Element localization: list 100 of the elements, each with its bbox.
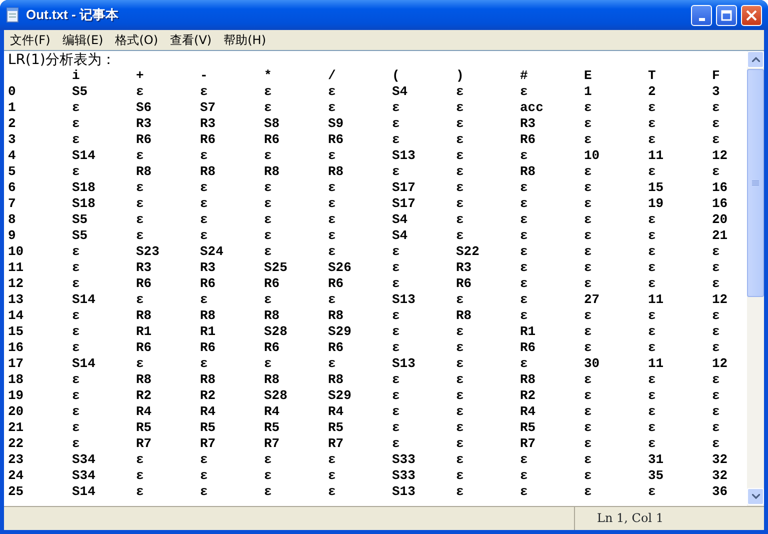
table-cell: R8 xyxy=(200,164,216,179)
menu-item[interactable]: 查看(V) xyxy=(164,31,218,49)
table-cell: ε xyxy=(72,116,80,131)
table-cell: S26 xyxy=(328,260,352,275)
table-cell: ε xyxy=(200,180,208,195)
maximize-button[interactable] xyxy=(716,4,737,26)
minimize-icon xyxy=(698,18,704,20)
table-cell: ε xyxy=(712,132,720,147)
table-cell: S4 xyxy=(392,228,408,243)
table-cell: ε xyxy=(328,452,336,467)
table-cell: ε xyxy=(72,132,80,147)
table-cell: ε xyxy=(200,356,208,371)
table-cell: ε xyxy=(520,452,528,467)
table-cell: ε xyxy=(264,212,272,227)
table-cell: ε xyxy=(456,388,464,403)
column-header: / xyxy=(328,68,336,83)
table-cell: ε xyxy=(520,84,528,99)
table-cell: ε xyxy=(72,404,80,419)
state-number: 1 xyxy=(8,100,16,115)
table-cell: ε xyxy=(712,324,720,339)
table-cell: ε xyxy=(712,308,720,323)
close-button[interactable] xyxy=(741,4,762,26)
scroll-down-button[interactable] xyxy=(747,488,764,505)
table-cell: R3 xyxy=(200,260,216,275)
table-cell: ε xyxy=(200,148,208,163)
table-cell: ε xyxy=(328,84,336,99)
table-cell: ε xyxy=(456,420,464,435)
column-header: ( xyxy=(392,68,400,83)
table-cell: ε xyxy=(392,116,400,131)
table-cell: S23 xyxy=(136,244,160,259)
notepad-icon xyxy=(6,7,20,23)
table-cell: R8 xyxy=(136,308,152,323)
table-cell: ε xyxy=(520,276,528,291)
minimize-button[interactable] xyxy=(691,4,712,26)
table-cell: S17 xyxy=(392,196,416,211)
table-cell: ε xyxy=(520,484,528,499)
table-cell: ε xyxy=(392,388,400,403)
table-cell: R8 xyxy=(136,164,152,179)
scroll-up-button[interactable] xyxy=(747,51,764,68)
menu-item[interactable]: 文件(F) xyxy=(4,31,56,49)
column-header: F xyxy=(712,68,720,83)
table-cell: R6 xyxy=(200,276,216,291)
table-cell: S34 xyxy=(72,452,96,467)
state-number: 24 xyxy=(8,468,24,483)
table-cell: S13 xyxy=(392,484,416,499)
table-cell: ε xyxy=(712,276,720,291)
column-header: T xyxy=(648,68,656,83)
table-cell: ε xyxy=(648,100,656,115)
table-cell: S14 xyxy=(72,292,96,307)
table-cell: S4 xyxy=(392,212,408,227)
table-cell: 1 xyxy=(584,84,592,99)
table-cell: ε xyxy=(456,292,464,307)
table-cell: R7 xyxy=(328,436,344,451)
table-cell: ε xyxy=(72,324,80,339)
state-number: 7 xyxy=(8,196,16,211)
table-cell: ε xyxy=(648,132,656,147)
state-number: 6 xyxy=(8,180,16,195)
table-cell: R4 xyxy=(200,404,216,419)
state-number: 11 xyxy=(8,260,24,275)
table-cell: ε xyxy=(648,228,656,243)
table-cell: ε xyxy=(136,180,144,195)
table-cell: R3 xyxy=(200,116,216,131)
table-cell: ε xyxy=(392,324,400,339)
table-cell: 19 xyxy=(648,196,664,211)
table-cell: ε xyxy=(456,180,464,195)
table-cell: 15 xyxy=(648,180,664,195)
table-cell: 16 xyxy=(712,196,728,211)
table-cell: ε xyxy=(328,244,336,259)
state-number: 9 xyxy=(8,228,16,243)
column-header: # xyxy=(520,68,528,83)
table-cell: R7 xyxy=(136,436,152,451)
table-cell: ε xyxy=(584,484,592,499)
table-cell: ε xyxy=(456,372,464,387)
table-cell: ε xyxy=(648,276,656,291)
table-cell: ε xyxy=(392,100,400,115)
state-number: 0 xyxy=(8,84,16,99)
scrollbar-thumb[interactable] xyxy=(747,69,764,297)
table-cell: ε xyxy=(264,196,272,211)
table-cell: ε xyxy=(456,196,464,211)
table-cell: ε xyxy=(72,244,80,259)
table-cell: ε xyxy=(520,468,528,483)
table-cell: ε xyxy=(72,308,80,323)
table-cell: ε xyxy=(264,484,272,499)
table-cell: ε xyxy=(584,180,592,195)
menu-item[interactable]: 格式(O) xyxy=(109,31,164,49)
menu-item[interactable]: 帮助(H) xyxy=(218,31,272,49)
table-cell: ε xyxy=(712,116,720,131)
table-cell: 10 xyxy=(584,148,600,163)
table-cell: 32 xyxy=(712,468,728,483)
heading-text: LR(1)分析表为： xyxy=(8,52,116,68)
column-header: E xyxy=(584,68,592,83)
table-cell: S5 xyxy=(72,212,88,227)
table-cell: ε xyxy=(584,420,592,435)
table-cell: ε xyxy=(328,180,336,195)
table-cell: 35 xyxy=(648,468,664,483)
state-number: 3 xyxy=(8,132,16,147)
table-cell: ε xyxy=(200,212,208,227)
menu-item[interactable]: 编辑(E) xyxy=(56,31,110,49)
table-cell: ε xyxy=(584,388,592,403)
table-cell: ε xyxy=(712,244,720,259)
